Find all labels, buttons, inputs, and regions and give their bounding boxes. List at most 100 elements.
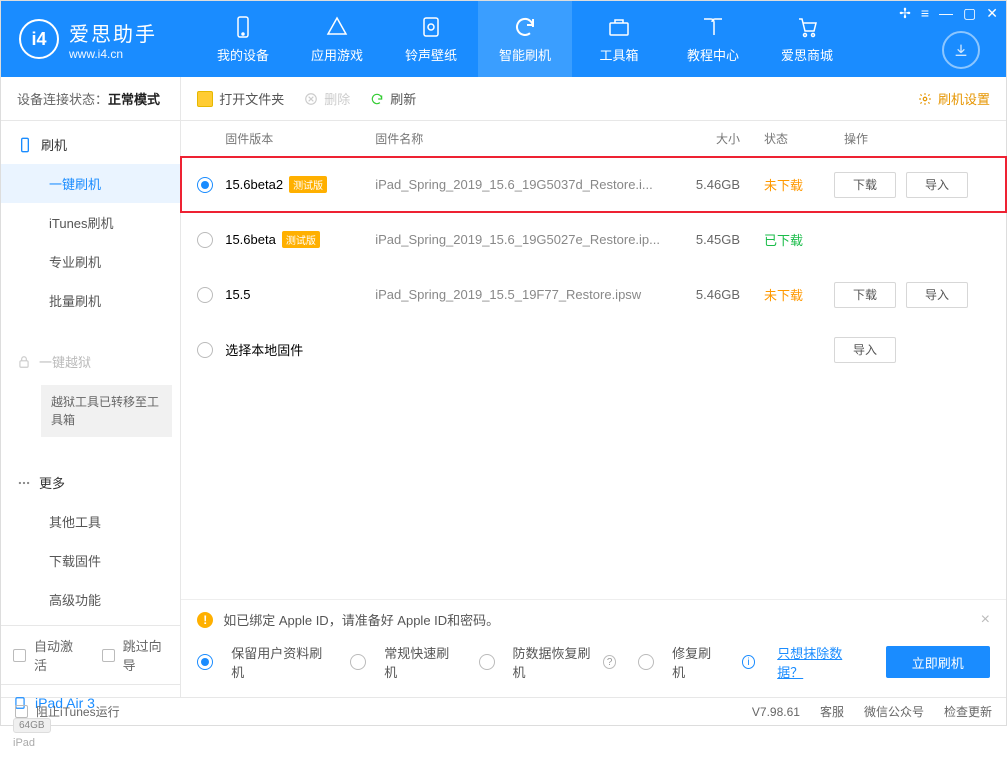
device-type: iPad	[13, 737, 168, 749]
info-icon[interactable]: i	[742, 655, 755, 669]
logo-icon: i4	[19, 19, 59, 59]
block-itunes-checkbox[interactable]	[15, 705, 28, 718]
book-icon	[701, 15, 725, 39]
jailbreak-header: 一键越狱	[1, 342, 180, 381]
row-radio[interactable]	[197, 232, 213, 248]
refresh-button[interactable]: 刷新	[370, 89, 416, 108]
firmware-row[interactable]: 15.6beta 测试版 iPad_Spring_2019_15.6_19G502…	[181, 212, 1006, 267]
version-text: 15.5	[225, 287, 250, 302]
sidebar-advanced[interactable]: 高级功能	[1, 580, 180, 619]
firmware-rows: 15.6beta2 测试版 iPad_Spring_2019_15.6_19G50…	[181, 157, 1006, 377]
tab-ringtones[interactable]: 铃声壁纸	[384, 1, 478, 77]
app-name: 爱思助手	[69, 18, 157, 47]
flash-settings-button[interactable]: 刷机设置	[918, 89, 990, 108]
skip-guide-checkbox[interactable]	[102, 649, 115, 662]
sidebar-pro-flash[interactable]: 专业刷机	[1, 242, 180, 281]
jailbreak-note: 越狱工具已转移至工具箱	[41, 385, 172, 437]
erase-link[interactable]: 只想抹除数据？	[777, 643, 863, 681]
wechat-link[interactable]: 微信公众号	[864, 703, 924, 720]
col-size: 大小	[660, 130, 740, 147]
open-folder-button[interactable]: 打开文件夹	[197, 89, 284, 108]
opt-anti-recovery[interactable]: 防数据恢复刷机?	[479, 643, 617, 681]
support-link[interactable]: 客服	[820, 703, 844, 720]
apple-id-notice: ! 如已绑定 Apple ID，请准备好 Apple ID和密码。 ×	[197, 610, 990, 629]
notice-close-icon[interactable]: ×	[981, 611, 990, 629]
more-section-header[interactable]: 更多	[1, 463, 180, 502]
auto-activate-checkbox[interactable]	[13, 649, 26, 662]
download-indicator[interactable]	[942, 31, 980, 69]
sidebar-batch-flash[interactable]: 批量刷机	[1, 281, 180, 320]
refresh-icon	[513, 15, 537, 39]
firmware-name: iPad_Spring_2019_15.6_19G5027e_Restore.i…	[375, 232, 660, 247]
tab-store[interactable]: 爱思商城	[760, 1, 854, 77]
firmware-size: 5.46GB	[660, 177, 740, 192]
delete-button: 删除	[304, 89, 350, 108]
sidebar-itunes-flash[interactable]: iTunes刷机	[1, 203, 180, 242]
firmware-row[interactable]: 15.5 iPad_Spring_2019_15.5_19F77_Restore…	[181, 267, 1006, 322]
firmware-status: 已下载	[740, 230, 820, 249]
maximize-icon[interactable]: ▢	[963, 5, 976, 22]
import-button[interactable]: 导入	[834, 337, 896, 363]
row-radio[interactable]	[197, 177, 213, 193]
gear-icon	[918, 92, 932, 106]
connection-status: 设备连接状态：正常模式	[1, 77, 180, 121]
help-icon[interactable]: ?	[603, 655, 616, 669]
delete-icon	[304, 92, 318, 106]
music-icon	[419, 15, 443, 39]
minimize-icon[interactable]: —	[939, 5, 953, 22]
download-button[interactable]: 下载	[834, 282, 896, 308]
flash-now-button[interactable]: 立即刷机	[886, 646, 990, 678]
tab-apps[interactable]: 应用游戏	[290, 1, 384, 77]
firmware-row[interactable]: 选择本地固件 导入	[181, 322, 1006, 377]
firmware-name: iPad_Spring_2019_15.5_19F77_Restore.ipsw	[375, 287, 660, 302]
import-button[interactable]: 导入	[906, 282, 968, 308]
row-radio[interactable]	[197, 287, 213, 303]
sidebar-one-click-flash[interactable]: 一键刷机	[1, 164, 180, 203]
device-info[interactable]: iPad Air 3 64GB iPad	[1, 684, 180, 763]
phone-icon	[231, 15, 255, 39]
sidebar-download-firmware[interactable]: 下载固件	[1, 541, 180, 580]
col-name: 固件名称	[375, 130, 660, 147]
column-headers: 固件版本 固件名称 大小 状态 操作	[181, 121, 1006, 157]
cart-icon	[795, 15, 819, 39]
warning-icon: !	[197, 612, 213, 628]
tab-tutorials[interactable]: 教程中心	[666, 1, 760, 77]
col-status: 状态	[740, 130, 820, 147]
sidebar-other-tools[interactable]: 其他工具	[1, 502, 180, 541]
version-label: V7.98.61	[752, 705, 800, 719]
opt-quick[interactable]: 常规快速刷机	[350, 643, 456, 681]
tab-my-device[interactable]: 我的设备	[196, 1, 290, 77]
opt-repair[interactable]: 修复刷机	[638, 643, 720, 681]
close-icon[interactable]: ✕	[986, 5, 998, 22]
firmware-row[interactable]: 15.6beta2测试版 iPad_Spring_2019_15.6_19G50…	[181, 157, 1006, 212]
main-tabs: 我的设备 应用游戏 铃声壁纸 智能刷机 工具箱 教程中心 爱思商城	[196, 1, 1006, 77]
flash-section-header[interactable]: 刷机	[1, 125, 180, 164]
beta-badge: 测试版	[282, 231, 320, 248]
tab-toolbox[interactable]: 工具箱	[572, 1, 666, 77]
logo: i4 爱思助手 www.i4.cn	[1, 1, 196, 77]
flash-options: 保留用户资料刷机 常规快速刷机 防数据恢复刷机? 修复刷机 i 只想抹除数据？ …	[197, 643, 990, 681]
firmware-size: 5.45GB	[660, 232, 740, 247]
app-url: www.i4.cn	[69, 47, 157, 61]
opt-keep-data[interactable]: 保留用户资料刷机	[197, 643, 328, 681]
beta-badge: 测试版	[289, 176, 327, 193]
update-link[interactable]: 检查更新	[944, 703, 992, 720]
download-icon	[953, 42, 969, 58]
tab-smart-flash[interactable]: 智能刷机	[478, 1, 572, 77]
skin-icon[interactable]: ✢	[899, 5, 911, 22]
toolbar: 打开文件夹 删除 刷新 刷机设置	[181, 77, 1006, 121]
import-button[interactable]: 导入	[906, 172, 968, 198]
sidebar: 设备连接状态：正常模式 刷机 一键刷机 iTunes刷机 专业刷机 批量刷机 一…	[1, 77, 181, 697]
content: 打开文件夹 删除 刷新 刷机设置 固件版本 固件名称 大小 状态 操作 15.6…	[181, 77, 1006, 697]
row-radio[interactable]	[197, 342, 213, 358]
col-ops: 操作	[820, 130, 990, 147]
download-button[interactable]: 下载	[834, 172, 896, 198]
version-text: 15.6beta2	[225, 177, 283, 192]
version-text: 15.6beta	[225, 232, 276, 247]
block-itunes-label: 阻止iTunes运行	[36, 703, 120, 720]
firmware-status: 未下载	[740, 175, 820, 194]
lock-icon	[17, 355, 31, 369]
menu-icon[interactable]: ≡	[921, 5, 929, 22]
folder-icon	[197, 91, 213, 107]
flash-icon	[17, 137, 33, 153]
